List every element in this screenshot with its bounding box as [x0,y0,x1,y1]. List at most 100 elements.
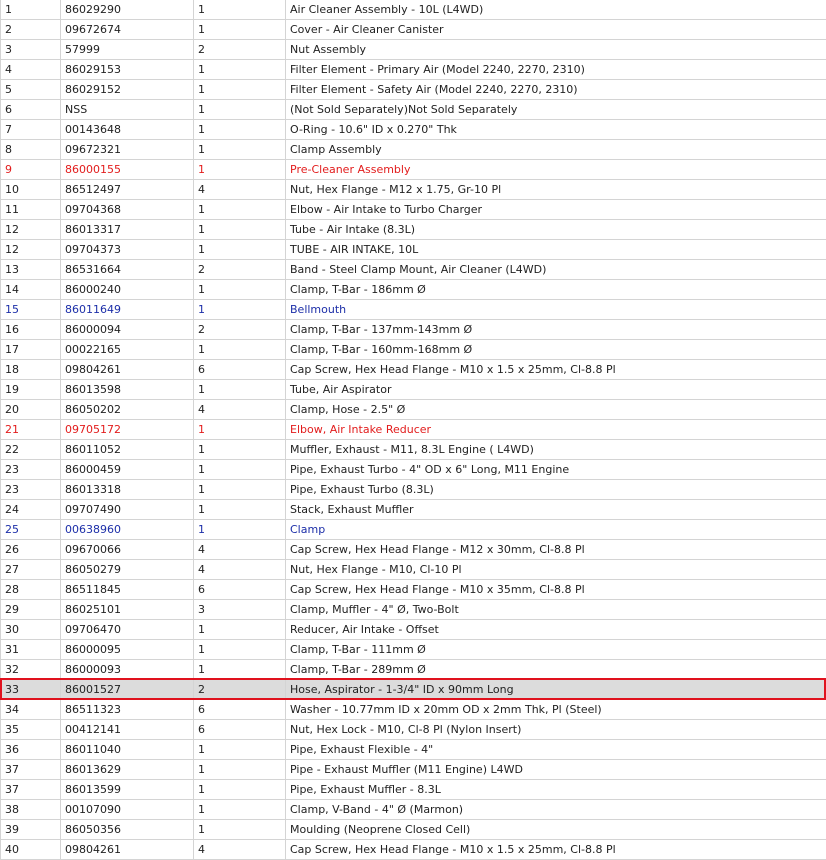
quantity-cell: 4 [194,560,286,580]
table-row[interactable]: 29860251013Clamp, Muffler - 4" Ø, Two-Bo… [1,600,826,620]
quantity-cell: 1 [194,640,286,660]
quantity-cell: 1 [194,300,286,320]
part-number-cell: 86050202 [61,400,194,420]
table-row[interactable]: 39860503561Moulding (Neoprene Closed Cel… [1,820,826,840]
table-row[interactable]: 16860000942Clamp, T-Bar - 137mm-143mm Ø [1,320,826,340]
ref-number-cell: 25 [1,520,61,540]
quantity-cell: 2 [194,320,286,340]
part-number-cell: 86013318 [61,480,194,500]
description-cell: Washer - 10.77mm ID x 20mm OD x 2mm Thk,… [286,700,826,720]
ref-number-cell: 13 [1,260,61,280]
table-row[interactable]: 13865316642Band - Steel Clamp Mount, Air… [1,260,826,280]
table-row[interactable]: 20860502024Clamp, Hose - 2.5" Ø [1,400,826,420]
table-row[interactable]: 37860136291Pipe - Exhaust Muffler (M11 E… [1,760,826,780]
quantity-cell: 1 [194,120,286,140]
ref-number-cell: 1 [1,0,61,20]
parts-list-body: 1860292901Air Cleaner Assembly - 10L (L4… [1,0,826,860]
part-number-cell: 86050356 [61,820,194,840]
table-row[interactable]: 21097051721Elbow, Air Intake Reducer [1,420,826,440]
quantity-cell: 3 [194,600,286,620]
description-cell: Muffler, Exhaust - M11, 8.3L Engine ( L4… [286,440,826,460]
table-row[interactable]: 8096723211Clamp Assembly [1,140,826,160]
ref-number-cell: 15 [1,300,61,320]
table-row[interactable]: 17000221651Clamp, T-Bar - 160mm-168mm Ø [1,340,826,360]
table-row[interactable]: 11097043681Elbow - Air Intake to Turbo C… [1,200,826,220]
table-row[interactable]: 19860135981Tube, Air Aspirator [1,380,826,400]
quantity-cell: 1 [194,240,286,260]
ref-number-cell: 4 [1,60,61,80]
quantity-cell: 1 [194,160,286,180]
part-number-cell: 86000095 [61,640,194,660]
description-cell: TUBE - AIR INTAKE, 10L [286,240,826,260]
table-row[interactable]: 15860116491Bellmouth [1,300,826,320]
quantity-cell: 1 [194,660,286,680]
table-row[interactable]: 24097074901Stack, Exhaust Muffler [1,500,826,520]
part-number-cell: 09704368 [61,200,194,220]
ref-number-cell: 32 [1,660,61,680]
ref-number-cell: 28 [1,580,61,600]
table-row[interactable]: 40098042614Cap Screw, Hex Head Flange - … [1,840,826,860]
ref-number-cell: 19 [1,380,61,400]
ref-number-cell: 18 [1,360,61,380]
quantity-cell: 1 [194,380,286,400]
table-row[interactable]: 27860502794Nut, Hex Flange - M10, Cl-10 … [1,560,826,580]
table-row[interactable]: 35004121416Nut, Hex Lock - M10, Cl-8 Pl … [1,720,826,740]
quantity-cell: 1 [194,760,286,780]
part-number-cell: 86511845 [61,580,194,600]
ref-number-cell: 29 [1,600,61,620]
ref-number-cell: 40 [1,840,61,860]
table-row[interactable]: 30097064701Reducer, Air Intake - Offset [1,620,826,640]
table-row[interactable]: 9860001551Pre-Cleaner Assembly [1,160,826,180]
ref-number-cell: 12 [1,240,61,260]
table-row[interactable]: 1860292901Air Cleaner Assembly - 10L (L4… [1,0,826,20]
table-row[interactable]: 23860004591Pipe, Exhaust Turbo - 4" OD x… [1,460,826,480]
table-row[interactable]: 36860110401Pipe, Exhaust Flexible - 4" [1,740,826,760]
table-row[interactable]: 31860000951Clamp, T-Bar - 111mm Ø [1,640,826,660]
parts-list-table: 1860292901Air Cleaner Assembly - 10L (L4… [0,0,826,860]
table-row[interactable]: 14860002401Clamp, T-Bar - 186mm Ø [1,280,826,300]
description-cell: Hose, Aspirator - 1-3/4" ID x 90mm Long [286,680,826,700]
part-number-cell: 86000155 [61,160,194,180]
table-row[interactable]: 4860291531Filter Element - Primary Air (… [1,60,826,80]
table-row[interactable]: 34865113236Washer - 10.77mm ID x 20mm OD… [1,700,826,720]
ref-number-cell: 30 [1,620,61,640]
description-cell: Pipe, Exhaust Turbo - 4" OD x 6" Long, M… [286,460,826,480]
table-row[interactable]: 23860133181Pipe, Exhaust Turbo (8.3L) [1,480,826,500]
part-number-cell: 86011649 [61,300,194,320]
table-row[interactable]: 6NSS1(Not Sold Separately)Not Sold Separ… [1,100,826,120]
quantity-cell: 1 [194,140,286,160]
ref-number-cell: 12 [1,220,61,240]
description-cell: (Not Sold Separately)Not Sold Separately [286,100,826,120]
table-row[interactable]: 18098042616Cap Screw, Hex Head Flange - … [1,360,826,380]
ref-number-cell: 9 [1,160,61,180]
table-row[interactable]: 7001436481O-Ring - 10.6" ID x 0.270" Thk [1,120,826,140]
description-cell: Cap Screw, Hex Head Flange - M10 x 1.5 x… [286,840,826,860]
table-row[interactable]: 12097043731TUBE - AIR INTAKE, 10L [1,240,826,260]
table-row[interactable]: 32860000931Clamp, T-Bar - 289mm Ø [1,660,826,680]
table-row[interactable]: 37860135991Pipe, Exhaust Muffler - 8.3L [1,780,826,800]
table-row[interactable]: 33860015272Hose, Aspirator - 1-3/4" ID x… [1,680,826,700]
part-number-cell: 09705172 [61,420,194,440]
description-cell: Reducer, Air Intake - Offset [286,620,826,640]
table-row[interactable]: 10865124974Nut, Hex Flange - M12 x 1.75,… [1,180,826,200]
description-cell: Filter Element - Safety Air (Model 2240,… [286,80,826,100]
description-cell: Nut, Hex Flange - M10, Cl-10 Pl [286,560,826,580]
table-row[interactable]: 26096700664Cap Screw, Hex Head Flange - … [1,540,826,560]
table-row[interactable]: 12860133171Tube - Air Intake (8.3L) [1,220,826,240]
part-number-cell: 09804261 [61,840,194,860]
description-cell: Clamp, T-Bar - 111mm Ø [286,640,826,660]
table-row[interactable]: 3579992Nut Assembly [1,40,826,60]
description-cell: Clamp, T-Bar - 137mm-143mm Ø [286,320,826,340]
description-cell: Band - Steel Clamp Mount, Air Cleaner (L… [286,260,826,280]
table-row[interactable]: 28865118456Cap Screw, Hex Head Flange - … [1,580,826,600]
ref-number-cell: 38 [1,800,61,820]
table-row[interactable]: 22860110521Muffler, Exhaust - M11, 8.3L … [1,440,826,460]
table-row[interactable]: 5860291521Filter Element - Safety Air (M… [1,80,826,100]
part-number-cell: 86000240 [61,280,194,300]
table-row[interactable]: 38001070901Clamp, V-Band - 4" Ø (Marmon) [1,800,826,820]
table-row[interactable]: 2096726741Cover - Air Cleaner Canister [1,20,826,40]
table-row[interactable]: 25006389601Clamp [1,520,826,540]
description-cell: Clamp [286,520,826,540]
description-cell: Cap Screw, Hex Head Flange - M12 x 30mm,… [286,540,826,560]
quantity-cell: 1 [194,620,286,640]
